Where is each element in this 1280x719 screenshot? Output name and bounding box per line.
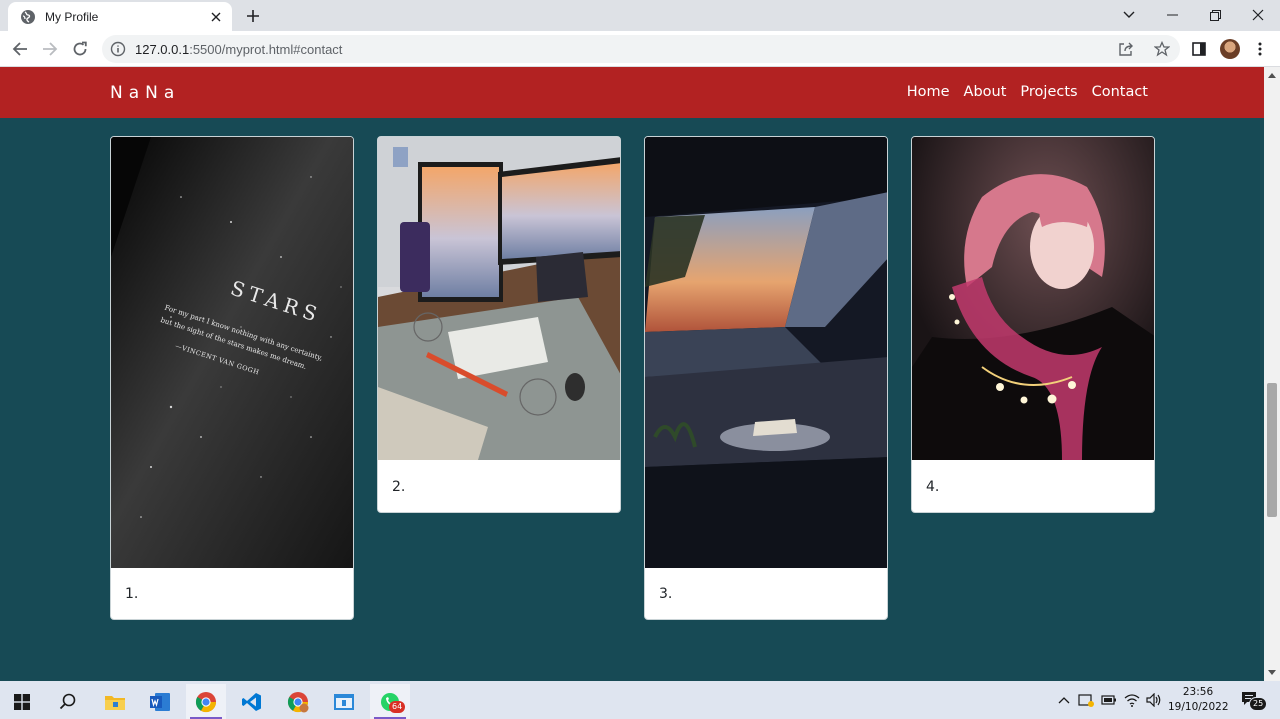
site-info-icon[interactable] [110, 41, 126, 57]
tab-title: My Profile [45, 9, 99, 24]
wifi-icon[interactable] [1123, 691, 1141, 709]
search-icon[interactable] [48, 684, 88, 719]
kebab-menu-icon[interactable] [1250, 39, 1270, 59]
notification-count-badge: 25 [1249, 697, 1268, 711]
windows-start-icon[interactable] [2, 684, 42, 719]
nav-links: Home About Projects Contact [907, 84, 1148, 100]
project-card-2[interactable]: 2. [377, 136, 621, 513]
system-clock[interactable]: 23:56 19/10/2022 [1168, 685, 1229, 715]
card-caption: 4. [926, 479, 940, 495]
nav-link-about[interactable]: About [964, 84, 1007, 100]
vscode-icon[interactable] [232, 684, 272, 719]
close-window-icon[interactable] [1236, 0, 1280, 30]
bookmark-star-icon[interactable] [1153, 40, 1171, 58]
reload-icon[interactable] [68, 37, 92, 61]
chrome-profile-icon[interactable] [278, 684, 318, 719]
tab-strip: My Profile [0, 0, 1280, 31]
volume-icon[interactable] [1145, 691, 1163, 709]
globe-icon [20, 9, 36, 25]
browser-toolbar: 127.0.0.1:5500/myprot.html#contact [0, 31, 1280, 67]
word-icon[interactable] [140, 684, 180, 719]
profile-avatar[interactable] [1220, 39, 1240, 59]
project-card-3[interactable]: 3. [644, 136, 888, 620]
nav-link-contact[interactable]: Contact [1092, 84, 1148, 100]
project-card-1[interactable]: STARS For my part I know nothing with an… [110, 136, 354, 620]
windows-taskbar: 64 23:56 19/10/2022 25 [0, 681, 1280, 719]
side-panel-icon[interactable] [1189, 39, 1209, 59]
minimize-window-icon[interactable] [1150, 0, 1194, 30]
url-path: :5500/myprot.html#contact [189, 41, 343, 57]
project-card-4[interactable]: 4. [911, 136, 1155, 513]
page-scrollbar[interactable] [1264, 67, 1280, 681]
app-window-icon[interactable] [324, 684, 364, 719]
close-tab-icon[interactable] [208, 9, 224, 25]
nav-link-projects[interactable]: Projects [1020, 84, 1077, 100]
card-caption: 2. [392, 479, 406, 495]
security-warning-icon[interactable] [1077, 691, 1095, 709]
clock-date: 19/10/2022 [1168, 701, 1229, 713]
address-bar[interactable]: 127.0.0.1:5500/myprot.html#contact [102, 35, 1180, 63]
tab-search-chevron-icon[interactable] [1107, 0, 1151, 30]
restore-window-icon[interactable] [1193, 0, 1237, 30]
back-arrow-icon[interactable] [8, 37, 32, 61]
scroll-up-arrow-icon[interactable] [1267, 70, 1277, 80]
tab-my-profile[interactable]: My Profile [8, 2, 232, 31]
card-caption: 3. [659, 586, 673, 602]
scroll-down-arrow-icon[interactable] [1267, 667, 1277, 677]
card-image-desk [378, 137, 620, 460]
file-explorer-icon[interactable] [95, 684, 135, 719]
chrome-icon[interactable] [186, 684, 226, 719]
card-image-anime [912, 137, 1154, 460]
url-host: 127.0.0.1 [135, 41, 190, 57]
new-tab-button[interactable] [242, 5, 264, 27]
whatsapp-icon[interactable]: 64 [370, 684, 410, 719]
scrollbar-thumb[interactable] [1267, 383, 1277, 517]
forward-arrow-icon[interactable] [38, 37, 62, 61]
card-image-stars: STARS For my part I know nothing with an… [111, 137, 353, 568]
show-hidden-icons-chevron-icon[interactable] [1055, 691, 1073, 709]
url-text: 127.0.0.1:5500/myprot.html#contact [135, 42, 1108, 57]
nav-link-home[interactable]: Home [907, 84, 950, 100]
site-brand[interactable]: NaNa [110, 83, 180, 103]
page-viewport: NaNa Home About Projects Contact STARS F… [0, 67, 1264, 681]
battery-icon[interactable] [1100, 691, 1118, 709]
card-image-window [645, 137, 887, 568]
card-caption: 1. [125, 586, 139, 602]
whatsapp-unread-badge: 64 [389, 701, 406, 713]
site-navbar: NaNa Home About Projects Contact [0, 67, 1264, 118]
share-icon[interactable] [1117, 40, 1135, 58]
notifications-icon[interactable]: 25 [1240, 690, 1268, 711]
clock-time: 23:56 [1182, 686, 1214, 698]
